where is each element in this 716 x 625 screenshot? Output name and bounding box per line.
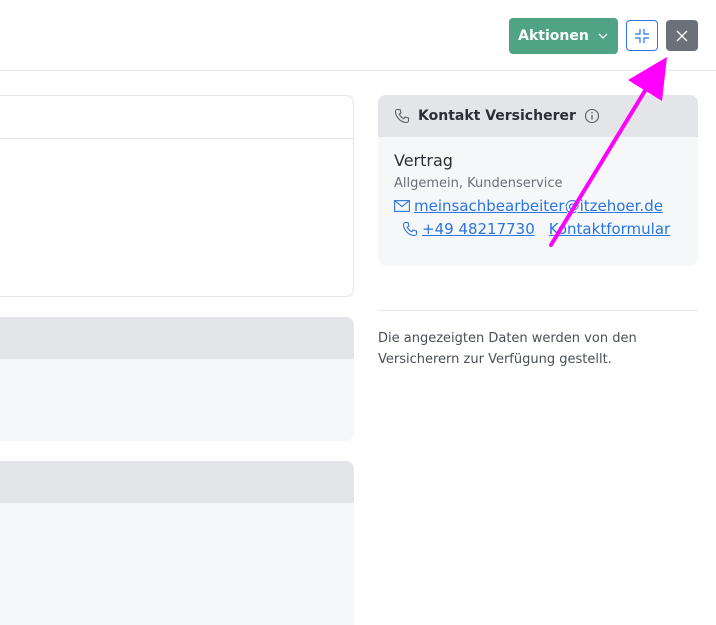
top-bar: Aktionen [0, 0, 716, 71]
contact-form-link[interactable]: Kontaktformular [549, 220, 670, 238]
chevron-down-icon [598, 33, 608, 39]
data-source-note: Die angezeigten Daten werden von den Ver… [378, 331, 637, 367]
left-panel-section [0, 317, 354, 441]
section-header [0, 461, 354, 503]
mail-icon [394, 200, 410, 212]
phone-icon [394, 108, 410, 124]
phone-icon [402, 221, 418, 237]
email-link[interactable]: meinsachbearbeiter@itzehoer.de [414, 197, 663, 215]
email-row: meinsachbearbeiter@itzehoer.de [394, 197, 698, 215]
contact-card-body: Vertrag Allgemein, Kundenservice meinsac… [378, 137, 698, 238]
left-panel-section [0, 461, 354, 625]
collapse-button[interactable] [626, 20, 658, 51]
phone-link[interactable]: +49 48217730 [422, 220, 535, 238]
close-button[interactable] [666, 20, 698, 51]
insurer-contact-card: Kontakt Versicherer Vertrag Allgemein, K… [378, 95, 698, 266]
left-panel-card [0, 95, 354, 297]
info-icon[interactable] [584, 108, 600, 124]
close-icon [676, 30, 688, 41]
contact-card-title: Kontakt Versicherer [418, 108, 576, 124]
actions-label: Aktionen [518, 28, 589, 44]
section-header [0, 317, 354, 359]
card-divider [0, 138, 353, 139]
actions-button[interactable]: Aktionen [509, 18, 618, 54]
phone-row: +49 48217730 Kontaktformular [394, 220, 698, 238]
contact-subtitle: Allgemein, Kundenservice [394, 176, 563, 191]
contract-label: Vertrag [394, 151, 453, 170]
contact-card-header: Kontakt Versicherer [378, 95, 698, 137]
right-divider [378, 310, 698, 311]
collapse-icon [635, 28, 649, 43]
